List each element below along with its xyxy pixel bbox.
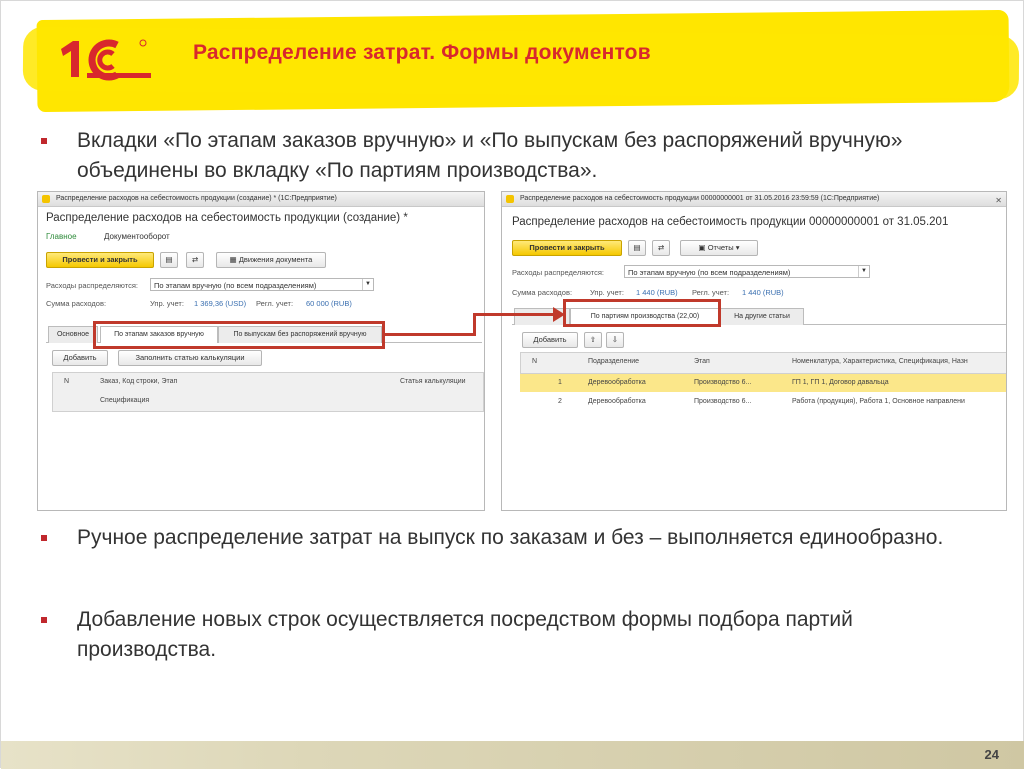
chevron-down-icon: ▾: [733, 243, 740, 252]
mgmt-value[interactable]: 1 369,36 (USD): [194, 299, 246, 308]
right-window-title: Распределение расходов на себестоимость …: [520, 195, 880, 202]
bullet-text: Добавление новых строк осуществляется по…: [77, 608, 853, 661]
col-division: Подразделение: [588, 358, 640, 365]
left-window-titlebar: Распределение расходов на себестоимость …: [38, 192, 484, 207]
refresh-icon-button[interactable]: ⇄: [652, 240, 670, 256]
connector-line-vertical: [473, 313, 476, 336]
mgmt-label: Упр. учет:: [590, 288, 624, 297]
slide-title: Распределение затрат. Формы документов: [193, 41, 651, 64]
nav-link-main[interactable]: Главное: [46, 232, 77, 241]
right-window-titlebar: Распределение расходов на себестоимость …: [502, 192, 1006, 207]
tab-other-articles[interactable]: На другие статьи: [720, 308, 804, 325]
nav-link-docflow[interactable]: Документооборот: [104, 232, 170, 241]
bullet-text: Вкладки «По этапам заказов вручную» и «П…: [77, 129, 903, 182]
add-button[interactable]: Добавить: [52, 350, 108, 366]
col-order: Заказ, Код строки, Этап: [100, 378, 178, 385]
row-1-item: ГП 1, ГП 1, Договор давальца: [792, 379, 889, 386]
left-document-window: Распределение расходов на себестоимость …: [37, 191, 485, 511]
right-form-title: Распределение расходов на себестоимость …: [512, 216, 949, 228]
col-specification: Спецификация: [100, 397, 150, 404]
1c-logo: [61, 39, 151, 81]
right-document-window: Распределение расходов на себестоимость …: [501, 191, 1007, 511]
arrow-up-icon: ⇧: [589, 335, 597, 344]
arrow-down-icon: ⇩: [611, 335, 619, 344]
col-calc-article: Статья калькуляции: [400, 378, 466, 385]
mgmt-label: Упр. учет:: [150, 299, 184, 308]
distribution-label: Расходы распределяются:: [46, 281, 138, 290]
table-icon: ▦: [229, 255, 239, 264]
distribution-select[interactable]: По этапам вручную (по всем подразделения…: [624, 265, 870, 278]
chevron-down-icon: ▼: [858, 266, 869, 277]
bullet-3: Добавление новых строк осуществляется по…: [41, 605, 971, 665]
app-icon: [42, 195, 50, 203]
post-icon-button[interactable]: ▤: [628, 240, 646, 256]
reg-value[interactable]: 60 000 (RUB): [306, 299, 352, 308]
add-button[interactable]: Добавить: [522, 332, 578, 348]
col-stage: Этап: [694, 358, 710, 365]
distribution-label: Расходы распределяются:: [512, 268, 604, 277]
col-n: N: [64, 378, 70, 385]
reg-label: Регл. учет:: [256, 299, 294, 308]
mgmt-value[interactable]: 1 440 (RUB): [636, 288, 678, 297]
col-n: N: [532, 358, 538, 365]
bullet-marker: [41, 617, 47, 623]
post-and-close-button[interactable]: Провести и закрыть: [46, 252, 154, 268]
tab-main[interactable]: Основное: [48, 326, 98, 343]
row-2-item: Работа (продукция), Работа 1, Основное н…: [792, 398, 965, 405]
row-2-n: 2: [558, 398, 562, 405]
chevron-down-icon: ▼: [362, 279, 373, 290]
document-post-icon: ▤: [165, 255, 173, 264]
right-tab-highlight-frame: [563, 299, 721, 327]
bullet-marker: [41, 535, 47, 541]
page-number: 24: [984, 747, 999, 762]
reg-value[interactable]: 1 440 (RUB): [742, 288, 784, 297]
sum-label: Сумма расходов:: [512, 288, 573, 297]
close-icon[interactable]: ✕: [995, 194, 1002, 208]
row-1-division: Деревообработка: [588, 379, 646, 386]
sum-label: Сумма расходов:: [46, 299, 107, 308]
arrows-icon: ⇄: [191, 255, 199, 264]
bullet-text: Ручное распределение затрат на выпуск по…: [77, 526, 944, 549]
slide: Распределение затрат. Формы документов В…: [0, 0, 1024, 769]
footer-bar: 24: [1, 741, 1024, 769]
row-1-n: 1: [558, 379, 562, 386]
left-tabs-highlight-frame: [93, 321, 385, 349]
row-2-division: Деревообработка: [588, 398, 646, 405]
report-icon: ▣: [698, 243, 708, 252]
arrow-right-icon: [553, 307, 565, 322]
bullet-marker: [41, 138, 47, 144]
post-icon-button[interactable]: ▤: [160, 252, 178, 268]
row-1-stage: Производство 6...: [694, 379, 752, 386]
reg-label: Регл. учет:: [692, 288, 730, 297]
fill-calc-article-button[interactable]: Заполнить статью калькуляции: [118, 350, 262, 366]
left-form-title: Распределение расходов на себестоимость …: [46, 212, 408, 224]
app-icon: [506, 195, 514, 203]
move-down-button[interactable]: ⇩: [606, 332, 624, 348]
bullet-1: Вкладки «По этапам заказов вручную» и «П…: [41, 126, 971, 186]
arrows-icon: ⇄: [657, 243, 665, 252]
connector-line-horizontal: [385, 333, 475, 336]
col-item: Номенклатура, Характеристика, Спецификац…: [792, 358, 968, 365]
document-movements-button[interactable]: ▦ Движения документа: [216, 252, 326, 268]
move-up-button[interactable]: ⇧: [584, 332, 602, 348]
left-window-title: Распределение расходов на себестоимость …: [56, 195, 337, 202]
post-and-close-button[interactable]: Провести и закрыть: [512, 240, 622, 256]
distribution-select[interactable]: По этапам вручную (по всем подразделения…: [150, 278, 374, 291]
connector-line-top: [473, 313, 555, 316]
row-2-stage: Производство 6...: [694, 398, 752, 405]
refresh-icon-button[interactable]: ⇄: [186, 252, 204, 268]
bullet-2: Ручное распределение затрат на выпуск по…: [41, 523, 971, 553]
document-post-icon: ▤: [633, 243, 641, 252]
reports-button[interactable]: ▣ Отчеты ▾: [680, 240, 758, 256]
